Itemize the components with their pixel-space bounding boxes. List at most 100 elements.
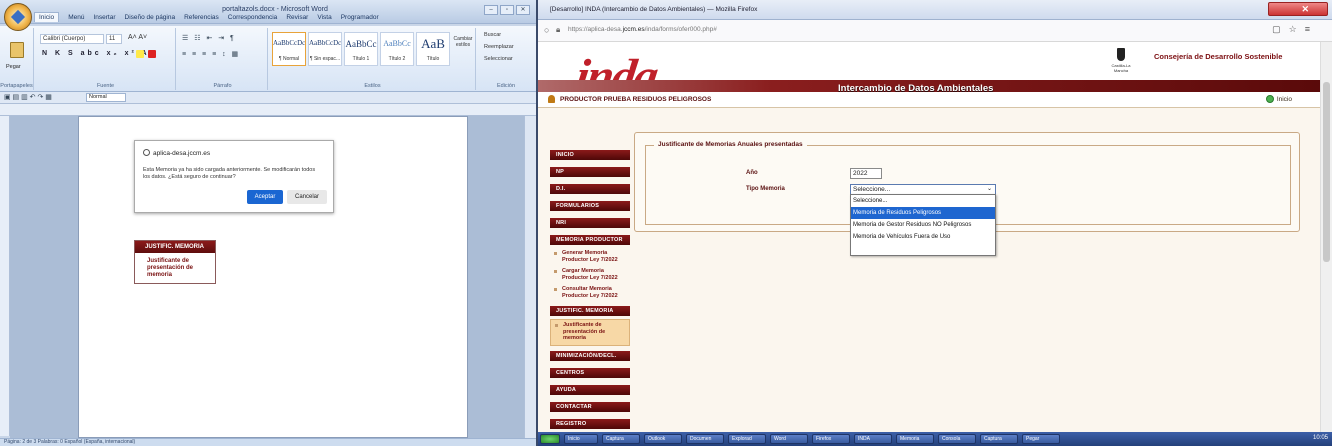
ribbon-tabs: Inicio Menú Insertar Diseño de página Refere… xyxy=(34,12,534,26)
qat-icons[interactable]: ▣ ▤ ▥ ↶ ↷ ▦ xyxy=(4,93,52,101)
styles-group-label: Estilos xyxy=(364,83,381,89)
font-name-select[interactable]: Calibri (Cuerpo) xyxy=(40,34,104,44)
taskbar-btn-7[interactable]: INDA xyxy=(854,434,892,444)
taskbar-btn-3[interactable]: Documen xyxy=(686,434,724,444)
style-sin-espaciado[interactable]: AaBbCcDc ¶ Sin espac... xyxy=(308,32,342,66)
word-vertical-scrollbar[interactable] xyxy=(524,116,536,438)
close-icon[interactable]: ✕ xyxy=(1301,4,1309,15)
year-input[interactable]: 2022 xyxy=(850,168,882,179)
font-group: Calibri (Cuerpo) 11 A˄ A˅ N K S abc x₂ x… xyxy=(36,28,176,90)
firefox-window-controls[interactable]: ✕ xyxy=(1268,2,1328,16)
toolbar-icons[interactable]: ▢☆≡ xyxy=(1272,24,1318,35)
user-icon xyxy=(548,95,555,103)
region-crest: Castilla-La Mancha xyxy=(1108,48,1134,73)
taskbar-btn-1[interactable]: Captura xyxy=(602,434,640,444)
menu-formularios[interactable]: FORMULARIOS xyxy=(550,201,630,211)
taskbar-btn-2[interactable]: Outlook xyxy=(644,434,682,444)
url-bar[interactable]: https://aplica-desa.jccm.es/inda/forms/o… xyxy=(568,26,717,33)
style-titulo-2[interactable]: AaBbCc Título 2 xyxy=(380,32,414,66)
menu-justificante[interactable]: Justificante de presentación de memoria xyxy=(550,319,630,346)
menu-contactar[interactable]: CONTACTAR xyxy=(550,401,630,412)
menu-ayuda[interactable]: AYUDA xyxy=(550,384,630,395)
option-vehiculos-fuera-uso[interactable]: Memoria de Vehículos Fuera de Uso xyxy=(851,231,995,243)
menu-justific-memoria[interactable]: JUSTIFIC. MEMORIA xyxy=(550,306,630,316)
option-residuos-peligrosos[interactable]: Memoria de Residuos Peligrosos xyxy=(851,207,995,219)
taskbar-btn-5[interactable]: Word xyxy=(770,434,808,444)
taskbar-btn-9[interactable]: Consola xyxy=(938,434,976,444)
dialog-message: Esta Memoria ya ha sido cargada anterior… xyxy=(143,167,316,180)
taskbar-btn-11[interactable]: Pegar xyxy=(1022,434,1060,444)
pasted-justific-header: JUSTIFIC. MEMORIA xyxy=(135,241,215,253)
confirm-dialog: aplica-desa.jccm.es Esta Memoria ya ha s… xyxy=(134,140,334,213)
replace-button[interactable]: Reemplazar xyxy=(484,44,514,50)
highlight-icon[interactable] xyxy=(136,50,144,58)
paste-icon[interactable] xyxy=(10,42,24,58)
tab-referencias[interactable]: Referencias xyxy=(184,14,219,21)
type-label: Tipo Memoria xyxy=(746,186,785,192)
tab-inicio[interactable]: Inicio xyxy=(34,12,60,22)
option-seleccione[interactable]: Seleccione... xyxy=(851,195,995,207)
tab-diseno[interactable]: Diseño de página xyxy=(125,14,176,21)
firefox-scrollbar[interactable] xyxy=(1320,42,1332,446)
qat-style-select[interactable]: Normal xyxy=(86,93,126,102)
taskbar-btn-10[interactable]: Captura xyxy=(980,434,1018,444)
home-icon xyxy=(1265,95,1274,103)
year-label: Año xyxy=(746,170,758,176)
list-buttons[interactable]: ☰ ☷ ⇤ ⇥ ¶ xyxy=(182,34,236,42)
pasted-justific-link[interactable]: Justificante de presentación de memoria xyxy=(135,253,215,279)
menu-nri[interactable]: NRI xyxy=(550,218,630,228)
grow-font-icon[interactable]: A˄ A˅ xyxy=(128,34,147,41)
quick-access-toolbar: ▣ ▤ ▥ ↶ ↷ ▦ Normal xyxy=(0,92,536,104)
horizontal-ruler xyxy=(0,104,536,116)
start-button[interactable] xyxy=(540,434,560,444)
dialog-cancel-button[interactable]: Cancelar xyxy=(287,190,327,204)
firefox-title: [Desarrollo] INDA (Intercambio de Datos … xyxy=(550,6,758,13)
change-styles-button[interactable]: Cambiar estilos xyxy=(452,36,474,48)
home-link[interactable]: Inicio xyxy=(1265,95,1292,103)
taskbar: Inicio Captura Outlook Documen Explorad … xyxy=(538,432,1332,446)
taskbar-btn-8[interactable]: Memoria xyxy=(896,434,934,444)
consejeria-name: Consejería de Desarrollo Sostenible xyxy=(1154,52,1283,61)
tab-revisar[interactable]: Revisar xyxy=(286,14,308,21)
option-gestor-no-peligrosos[interactable]: Memoria de Gestor Residuos NO Peligrosos xyxy=(851,219,995,231)
dialog-origin-text: aplica-desa.jccm.es xyxy=(153,150,211,157)
url-prefix: https://aplica-desa. xyxy=(568,26,623,33)
pasted-justific-panel: JUSTIFIC. MEMORIA Justificante de presen… xyxy=(134,240,216,284)
align-buttons[interactable]: ≡ ≡ ≡ ≡ ↕ ▦ xyxy=(182,50,240,58)
taskbar-btn-4[interactable]: Explorad xyxy=(728,434,766,444)
find-button[interactable]: Buscar xyxy=(484,32,501,38)
menu-cargar-memoria[interactable]: Cargar Memoria Productor Ley 7/2022 xyxy=(550,266,630,284)
menu-inicio[interactable]: INICIO xyxy=(550,150,630,160)
select-button[interactable]: Seleccionar xyxy=(484,56,513,62)
tab-vista[interactable]: Vista xyxy=(317,14,331,21)
lock-icon[interactable]: 🔒︎ xyxy=(556,25,560,35)
page-content: INICIO NP D.I. FORMULARIOS NRI MEMORIA P… xyxy=(538,108,1320,446)
menu-centros[interactable]: CENTROS xyxy=(550,367,630,378)
taskbar-btn-6[interactable]: Firefox xyxy=(812,434,850,444)
producer-bar: PRODUCTOR PRUEBA RESIDUOS PELIGROSOS Ini… xyxy=(538,92,1320,108)
menu-generar-memoria[interactable]: Generar Memoria Productor Ley 7/2022 xyxy=(550,248,630,266)
style-titulo-1[interactable]: AaBbCc Título 1 xyxy=(344,32,378,66)
scrollbar-thumb[interactable] xyxy=(1323,82,1330,262)
menu-consultar-memoria[interactable]: Consultar Memoria Productor Ley 7/2022 xyxy=(550,284,630,302)
style-normal[interactable]: AaBbCcDc ¶ Normal xyxy=(272,32,306,66)
paragraph-group: ☰ ☷ ⇤ ⇥ ¶ ≡ ≡ ≡ ≡ ↕ ▦ Párrafo xyxy=(178,28,268,90)
menu-memoria-productor[interactable]: MEMORIA PRODUCTOR xyxy=(550,235,630,245)
vertical-ruler xyxy=(0,116,10,436)
dialog-ok-button[interactable]: Aceptar xyxy=(247,190,283,204)
font-size-select[interactable]: 11 xyxy=(106,34,122,44)
office-button[interactable] xyxy=(4,3,32,31)
tab-menu[interactable]: Menú xyxy=(68,14,84,21)
taskbar-btn-0[interactable]: Inicio xyxy=(564,434,598,444)
font-color-icon[interactable] xyxy=(148,50,156,58)
menu-registro[interactable]: REGISTRO xyxy=(550,418,630,429)
tab-programador[interactable]: Programador xyxy=(341,14,379,21)
tab-correspondencia[interactable]: Correspondencia xyxy=(228,14,278,21)
style-titulo[interactable]: AaB Título xyxy=(416,32,450,66)
menu-di[interactable]: D.I. xyxy=(550,184,630,194)
shield-icon[interactable]: ○ xyxy=(544,25,549,35)
fieldset-legend: Justificante de Memorias Anuales present… xyxy=(654,141,807,148)
menu-minimizacion[interactable]: MINIMIZACIÓN/DECL. xyxy=(550,350,630,361)
menu-np[interactable]: NP xyxy=(550,167,630,177)
tab-insertar[interactable]: Insertar xyxy=(93,14,115,21)
